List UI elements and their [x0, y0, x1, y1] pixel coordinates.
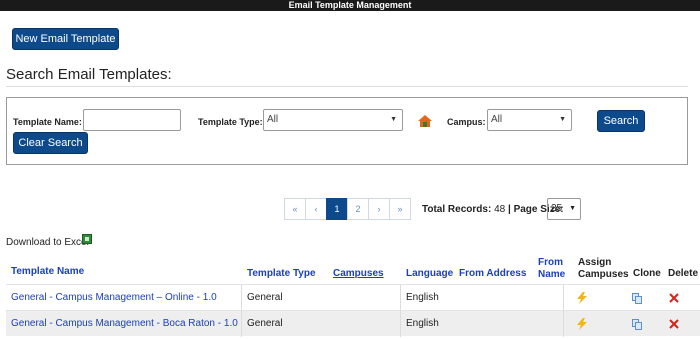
lightning-icon[interactable] — [576, 318, 588, 330]
home-icon[interactable] — [418, 115, 432, 127]
search-panel: Template Name: Template Type: All ▼ Camp… — [6, 97, 688, 165]
header-template-name[interactable]: Template Name — [11, 266, 84, 277]
first-page-button[interactable]: « — [284, 198, 306, 220]
chevron-down-icon: ▼ — [390, 116, 397, 123]
header-from-name-line2[interactable]: Name — [538, 269, 565, 280]
column-divider — [400, 311, 401, 337]
column-divider — [241, 285, 242, 311]
table-row: General - Campus Management - Boca Raton… — [6, 310, 700, 337]
header-from-address[interactable]: From Address — [459, 268, 526, 279]
chevron-down-icon: ▼ — [569, 205, 576, 212]
separator: | — [507, 204, 511, 215]
template-name-link[interactable]: General - Campus Management - Boca Raton… — [11, 318, 238, 329]
download-excel-link[interactable]: Download to Excel — [6, 237, 89, 248]
template-type-select[interactable]: All ▼ — [263, 109, 403, 131]
header-language[interactable]: Language — [406, 268, 453, 279]
header-delete: Delete — [668, 268, 699, 279]
excel-icon[interactable] — [82, 234, 92, 244]
copy-icon[interactable] — [632, 319, 642, 330]
x-icon[interactable] — [669, 293, 679, 303]
window-title: Email Template Management — [0, 0, 700, 11]
new-email-template-button[interactable]: New Email Template — [12, 28, 119, 50]
header-campuses[interactable]: Campuses — [333, 268, 384, 279]
campus-label: Campus: — [447, 117, 486, 127]
chevron-down-icon: ▼ — [559, 116, 566, 123]
next-page-button[interactable]: › — [368, 198, 390, 220]
campus-value: All — [491, 114, 503, 125]
column-divider — [241, 311, 242, 337]
column-divider — [563, 285, 564, 311]
template-name-label: Template Name: — [13, 117, 82, 127]
total-records-value: 48 — [494, 204, 506, 215]
page-2-button[interactable]: 2 — [347, 198, 369, 220]
template-type-label: Template Type: — [198, 117, 263, 127]
header-assign-line1: Assign — [578, 257, 612, 268]
template-type-value: All — [267, 114, 279, 125]
total-records-label: Total Records: — [422, 204, 492, 215]
template-type-cell: General — [247, 292, 283, 303]
page-1-button[interactable]: 1 — [326, 198, 348, 220]
language-cell: English — [406, 318, 439, 329]
template-name-input[interactable] — [83, 109, 181, 131]
last-page-button[interactable]: » — [389, 198, 411, 220]
page-size-select[interactable]: 25 ▼ — [547, 198, 581, 220]
template-name-link[interactable]: General - Campus Management – Online - 1… — [11, 292, 217, 303]
copy-icon[interactable] — [632, 293, 642, 304]
language-cell: English — [406, 292, 439, 303]
header-from-name-line1[interactable]: From — [538, 257, 563, 268]
page-size-value: 25 — [551, 203, 563, 214]
pagination: « ‹ 1 2 › » — [284, 198, 411, 220]
lightning-icon[interactable] — [576, 292, 588, 304]
header-assign-line2: Campuses — [578, 269, 629, 280]
template-type-cell: General — [247, 318, 283, 329]
campus-select[interactable]: All ▼ — [487, 109, 572, 131]
search-button[interactable]: Search — [597, 110, 645, 132]
column-divider — [400, 285, 401, 311]
header-template-type[interactable]: Template Type — [247, 268, 316, 279]
table-row: General - Campus Management – Online - 1… — [6, 284, 700, 311]
records-summary: Total Records: 48 | Page Size: — [422, 204, 564, 215]
header-clone: Clone — [633, 268, 661, 279]
x-icon[interactable] — [669, 319, 679, 329]
clear-search-button[interactable]: Clear Search — [13, 132, 88, 154]
heading-divider — [6, 86, 688, 87]
search-heading: Search Email Templates: — [6, 66, 172, 83]
prev-page-button[interactable]: ‹ — [305, 198, 327, 220]
column-divider — [563, 311, 564, 337]
